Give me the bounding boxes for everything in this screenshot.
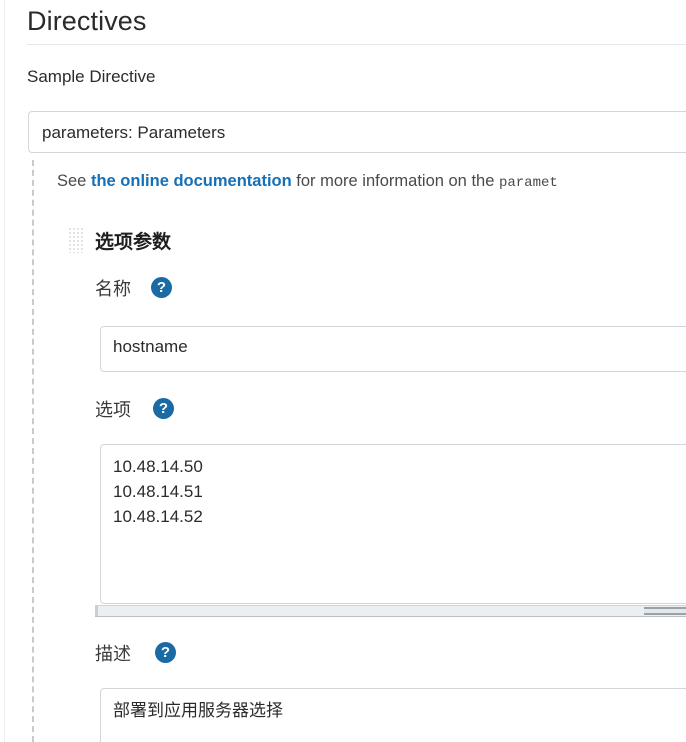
options-textarea[interactable]: 10.48.14.50 10.48.14.51 10.48.14.52 <box>100 444 686 604</box>
online-documentation-link[interactable]: the online documentation <box>91 172 292 190</box>
page-title: Directives <box>27 6 147 36</box>
help-note-middle: for more information on the <box>291 172 499 190</box>
scrollbar-track-left-cap <box>95 606 98 616</box>
name-field-label: 名称 <box>95 279 131 299</box>
scrollbar-resize-grip[interactable] <box>644 607 686 615</box>
documentation-help-note: See the online documentation for more in… <box>57 169 558 195</box>
title-divider <box>27 44 686 45</box>
page-left-edge-rule <box>4 0 5 742</box>
name-input[interactable]: hostname <box>100 326 686 372</box>
options-textarea-value: 10.48.14.50 10.48.14.51 10.48.14.52 <box>113 457 203 526</box>
description-help-question-mark-icon[interactable]: ? <box>155 642 176 663</box>
help-note-code: paramet <box>498 175 558 191</box>
description-field-label: 描述 <box>95 644 131 664</box>
sample-directive-label: Sample Directive <box>27 67 156 86</box>
sample-directive-selected-value: parameters: Parameters <box>42 123 226 142</box>
parameter-group-title: 选项参数 <box>95 232 172 253</box>
name-input-value: hostname <box>113 337 188 356</box>
directives-panel: Directives Sample Directive parameters: … <box>0 0 686 742</box>
drag-dots-icon[interactable] <box>68 227 84 253</box>
help-note-prefix: See <box>57 172 91 190</box>
options-field-label: 选项 <box>95 400 131 420</box>
name-help-question-mark-icon[interactable]: ? <box>151 277 172 298</box>
sample-directive-select[interactable]: parameters: Parameters <box>28 111 686 153</box>
options-horizontal-scrollbar[interactable] <box>95 605 686 617</box>
options-help-question-mark-icon[interactable]: ? <box>153 398 174 419</box>
description-textarea-value: 部署到应用服务器选择 <box>113 701 283 720</box>
description-textarea[interactable]: 部署到应用服务器选择 <box>100 688 686 742</box>
